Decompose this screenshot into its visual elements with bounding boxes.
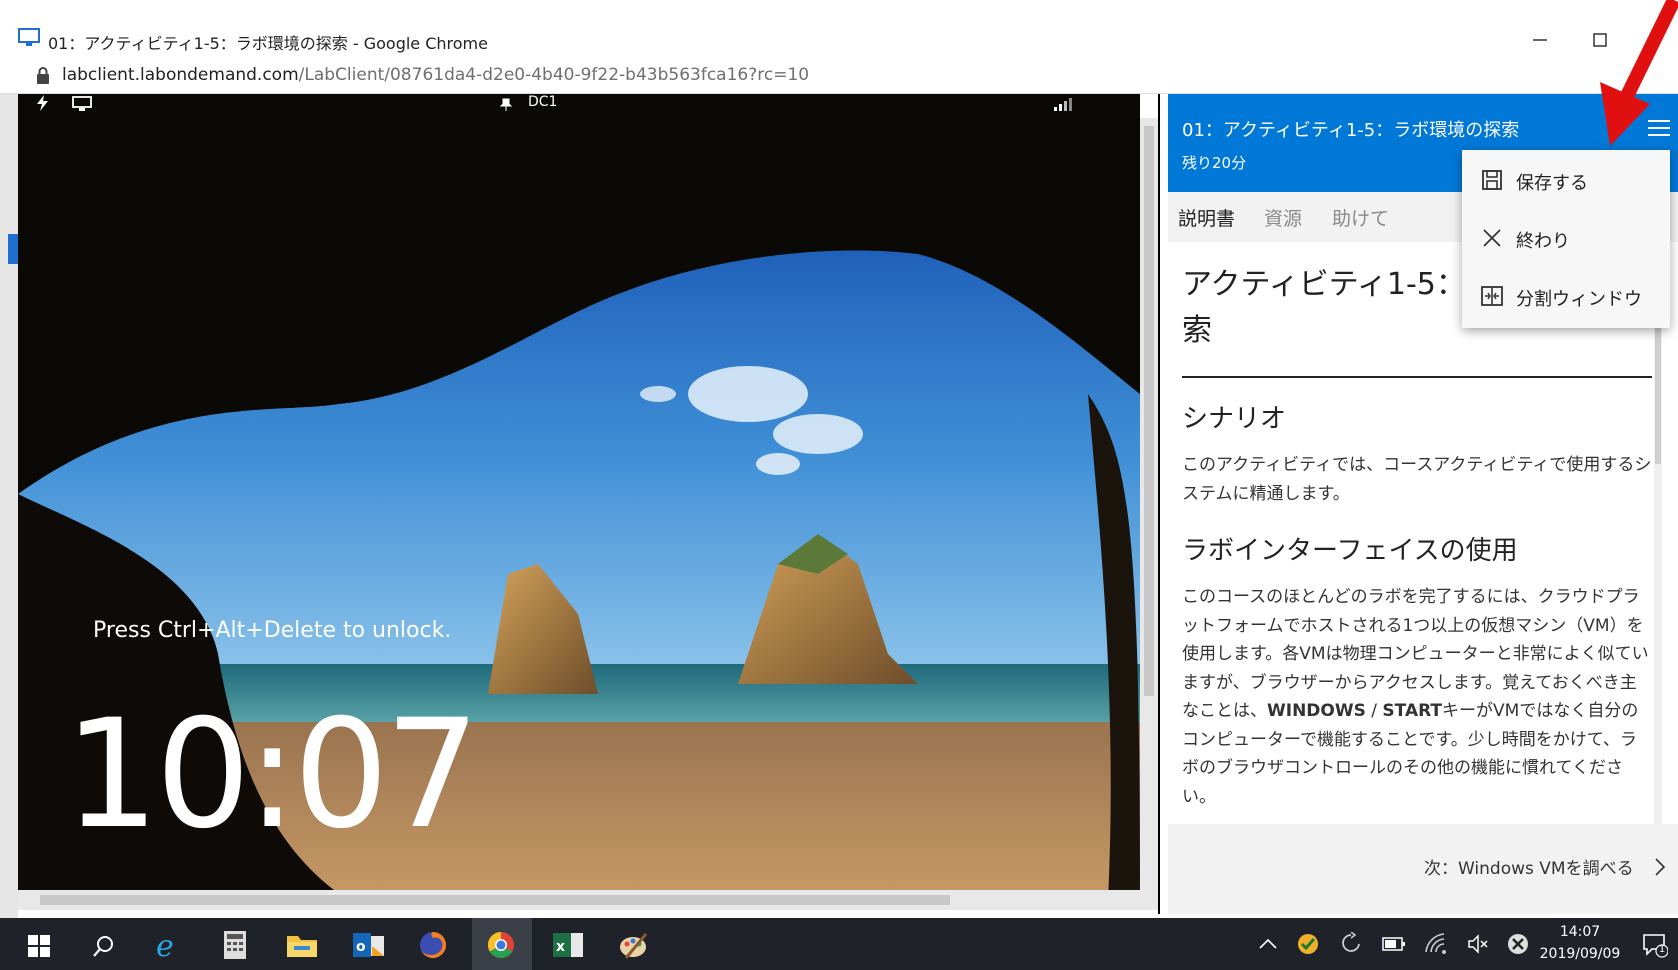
chevron-right-icon[interactable] bbox=[1654, 858, 1666, 876]
monitor-icon[interactable] bbox=[72, 96, 92, 112]
windows-start-icon[interactable] bbox=[28, 935, 50, 957]
file-explorer-icon[interactable] bbox=[286, 932, 318, 958]
url-host: labclient.labondemand.com bbox=[62, 65, 299, 85]
volume-muted-icon[interactable] bbox=[1466, 932, 1490, 956]
menu-item-split-window-label: 分割ウィンドウ bbox=[1516, 289, 1642, 310]
interface-heading: ラボインターフェイスの使用 bbox=[1182, 536, 1518, 566]
tab-instructions[interactable]: 説明書 bbox=[1178, 204, 1235, 231]
remote-desktop-icon bbox=[18, 28, 40, 46]
machine-name: DC1 bbox=[528, 94, 558, 110]
chrome-icon[interactable] bbox=[486, 930, 516, 960]
chevron-up-icon[interactable] bbox=[1258, 936, 1278, 952]
key-separator: / bbox=[1365, 701, 1383, 721]
scenario-text: このアクティビティでは、コースアクティビティで使用するシステムに精通します。 bbox=[1182, 455, 1652, 504]
pin-icon[interactable] bbox=[500, 98, 512, 112]
close-icon bbox=[1483, 229, 1501, 247]
vm-lock-screen[interactable]: DC1 Press Ctrl+Alt+Delete to unlock. 10:… bbox=[18, 94, 1140, 900]
split-window-icon bbox=[1481, 286, 1503, 306]
svg-text:e: e bbox=[156, 930, 174, 960]
wifi-icon[interactable] bbox=[1424, 932, 1448, 956]
instructions-content: アクティビティ1-5： 索 シナリオ このアクティビティでは、コースアクティビテ… bbox=[1182, 262, 1652, 833]
windows-key-label: WINDOWS bbox=[1267, 701, 1366, 721]
menu-item-split-window[interactable]: 分割ウィンドウ bbox=[1462, 270, 1670, 324]
network-error-icon[interactable] bbox=[1506, 932, 1530, 956]
menu-item-end[interactable]: 終わり bbox=[1462, 212, 1670, 266]
left-edge bbox=[0, 94, 18, 918]
address-bar[interactable]: labclient.labondemand.com/LabClient/0876… bbox=[0, 58, 1678, 94]
windows-taskbar: e o x 14:07 2019/09/09 1 bbox=[0, 918, 1678, 970]
interface-text: このコースのほとんどのラボを完了するには、クラウドプラットフォームでホストされる… bbox=[1182, 583, 1652, 811]
firefox-icon[interactable] bbox=[418, 930, 448, 960]
sync-icon[interactable] bbox=[1340, 932, 1362, 956]
url-text[interactable]: labclient.labondemand.com/LabClient/0876… bbox=[62, 65, 809, 85]
lock-clock: 10:07 bbox=[64, 688, 480, 862]
vm-vertical-scrollbar[interactable] bbox=[1140, 118, 1158, 890]
vm-horizontal-scrollbar[interactable] bbox=[18, 890, 1158, 910]
window-title: 01：アクティビティ1-5：ラボ環境の探索 - Google Chrome bbox=[48, 34, 488, 53]
search-icon[interactable] bbox=[92, 934, 116, 958]
panel-footer: 次：Windows VMを調べる bbox=[1168, 824, 1678, 914]
taskbar-time[interactable]: 14:07 bbox=[1540, 924, 1620, 940]
heading-divider bbox=[1182, 376, 1652, 378]
url-path: /LabClient/08761da4-d2e0-4b40-9f22-b43b5… bbox=[298, 65, 810, 85]
calculator-icon[interactable] bbox=[222, 930, 248, 960]
panel-divider[interactable] bbox=[1158, 94, 1168, 914]
signal-icon bbox=[1054, 98, 1072, 111]
minimize-icon[interactable] bbox=[1530, 30, 1550, 50]
unlock-prompt: Press Ctrl+Alt+Delete to unlock. bbox=[93, 618, 452, 643]
save-icon bbox=[1482, 170, 1502, 190]
internet-explorer-icon[interactable]: e bbox=[154, 930, 186, 960]
security-status-icon[interactable] bbox=[1296, 932, 1320, 956]
power-icon[interactable] bbox=[34, 94, 52, 112]
menu-item-save[interactable]: 保存する bbox=[1462, 154, 1670, 208]
tab-help[interactable]: 助けて bbox=[1332, 204, 1389, 231]
time-remaining: 残り20分 bbox=[1182, 154, 1247, 172]
notification-count: 1 bbox=[1658, 944, 1666, 955]
start-key-label: START bbox=[1382, 701, 1443, 721]
excel-icon[interactable]: x bbox=[552, 930, 584, 960]
battery-icon[interactable] bbox=[1382, 936, 1406, 952]
lock-icon bbox=[37, 67, 49, 84]
scenario-heading: シナリオ bbox=[1182, 404, 1287, 434]
panel-dropdown-menu: 保存する 終わり 分割ウィンドウ bbox=[1462, 150, 1670, 328]
taskbar-date[interactable]: 2019/09/09 bbox=[1532, 946, 1628, 962]
menu-item-save-label: 保存する bbox=[1516, 173, 1588, 194]
next-link[interactable]: 次：Windows VMを調べる bbox=[1424, 854, 1634, 879]
outlook-icon[interactable]: o bbox=[352, 930, 386, 960]
annotation-arrow-icon bbox=[1600, 0, 1678, 146]
panel-title: 01：アクティビティ1-5：ラボ環境の探索 bbox=[1182, 120, 1520, 141]
window-titlebar: 01：アクティビティ1-5：ラボ環境の探索 - Google Chrome bbox=[0, 0, 1678, 58]
paint-icon[interactable] bbox=[618, 930, 650, 960]
svg-text:x: x bbox=[556, 939, 565, 955]
svg-text:o: o bbox=[356, 939, 366, 955]
tab-resources[interactable]: 資源 bbox=[1264, 204, 1302, 231]
panel-scrollbar[interactable] bbox=[1654, 244, 1662, 824]
menu-item-end-label: 終わり bbox=[1516, 231, 1570, 252]
